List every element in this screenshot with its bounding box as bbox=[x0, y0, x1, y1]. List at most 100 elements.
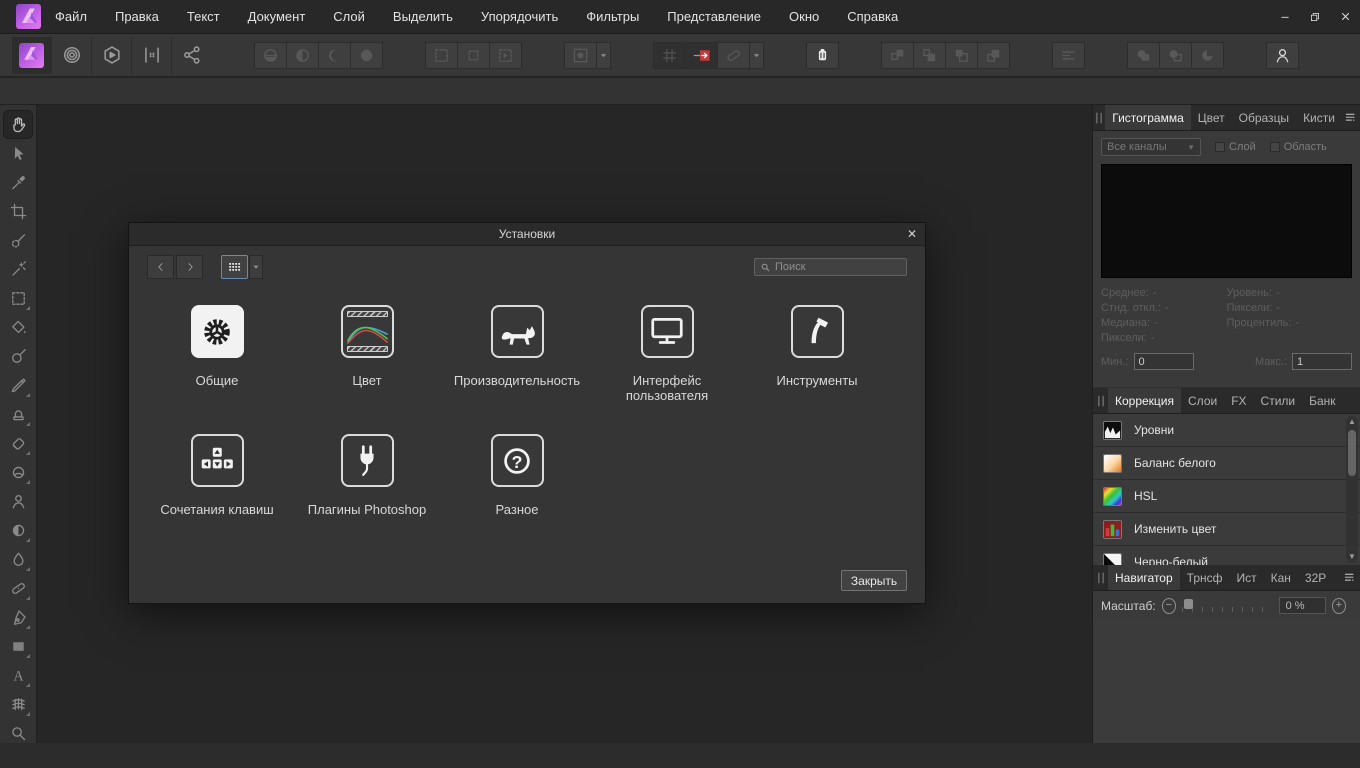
panel-menu-icon[interactable] bbox=[1342, 105, 1360, 130]
paint-brush-tool[interactable] bbox=[3, 371, 33, 400]
min-input[interactable] bbox=[1134, 353, 1194, 370]
develop-persona-button[interactable] bbox=[92, 37, 132, 74]
menu-layer[interactable]: Слой bbox=[319, 0, 379, 34]
deselect-button[interactable] bbox=[457, 42, 490, 69]
burn-brush-tool[interactable] bbox=[3, 516, 33, 545]
pref-section-question[interactable]: ?Разное bbox=[442, 434, 592, 563]
view-tool[interactable] bbox=[3, 110, 33, 139]
show-grid-button[interactable] bbox=[653, 42, 686, 69]
adjustment-recolor[interactable]: Изменить цвет bbox=[1093, 513, 1360, 546]
tab-образцы[interactable]: Образцы bbox=[1232, 105, 1296, 130]
menu-help[interactable]: Справка bbox=[833, 0, 912, 34]
panel-grip-icon[interactable] bbox=[1093, 388, 1108, 413]
pen-tool[interactable] bbox=[3, 603, 33, 632]
snapping-button[interactable] bbox=[685, 42, 718, 69]
pref-section-plug[interactable]: Плагины Photoshop bbox=[292, 434, 442, 563]
scroll-down-icon[interactable]: ▼ bbox=[1348, 553, 1356, 561]
menu-filters[interactable]: Фильтры bbox=[572, 0, 653, 34]
zoom-value[interactable]: 0 % bbox=[1279, 597, 1326, 614]
adjustment-black-white[interactable]: Черно-белый bbox=[1093, 546, 1360, 565]
color-picker-tool[interactable] bbox=[3, 168, 33, 197]
pref-section-gear[interactable]: Общие bbox=[142, 305, 292, 434]
move-to-back-button[interactable] bbox=[977, 42, 1010, 69]
auto-white-balance-button[interactable] bbox=[350, 42, 383, 69]
panel-grip-icon[interactable] bbox=[1093, 105, 1105, 130]
quick-mask-button[interactable] bbox=[564, 42, 597, 69]
blur-brush-tool[interactable] bbox=[3, 545, 33, 574]
dodge-brush-tool[interactable] bbox=[3, 458, 33, 487]
pixel-alignment-button-caret[interactable] bbox=[749, 42, 764, 69]
menu-view[interactable]: Представление bbox=[653, 0, 775, 34]
scroll-up-icon[interactable]: ▲ bbox=[1348, 418, 1356, 426]
flood-select-tool[interactable] bbox=[3, 255, 33, 284]
pref-section-monitor[interactable]: Интерфейс пользователя bbox=[592, 305, 742, 434]
alignment-button[interactable] bbox=[1052, 42, 1085, 69]
restore-button[interactable] bbox=[1300, 0, 1330, 34]
export-persona-button[interactable] bbox=[172, 37, 212, 74]
tab-слои[interactable]: Слои bbox=[1181, 388, 1224, 413]
move-tool[interactable] bbox=[3, 139, 33, 168]
adjustment-hsl[interactable]: HSL bbox=[1093, 480, 1360, 513]
menu-edit[interactable]: Правка bbox=[101, 0, 173, 34]
zoom-slider[interactable] bbox=[1182, 599, 1271, 613]
close-dialog-button[interactable]: Закрыть bbox=[841, 570, 907, 591]
mesh-warp-tool[interactable] bbox=[3, 690, 33, 719]
auto-contrast-button[interactable] bbox=[286, 42, 319, 69]
account-button[interactable] bbox=[1266, 42, 1299, 69]
geometry-divide-button[interactable] bbox=[1191, 42, 1224, 69]
pref-section-cat[interactable]: Производительность bbox=[442, 305, 592, 434]
scrollbar-thumb[interactable] bbox=[1348, 430, 1356, 476]
tone-mapping-persona-button[interactable] bbox=[132, 37, 172, 74]
tab-fx[interactable]: FX bbox=[1224, 388, 1253, 413]
tab-гистограмма[interactable]: Гистограмма bbox=[1105, 105, 1190, 130]
back-button[interactable] bbox=[147, 255, 174, 279]
eraser-tool[interactable] bbox=[3, 429, 33, 458]
tab-стили[interactable]: Стили bbox=[1254, 388, 1303, 413]
refine-selection-button[interactable] bbox=[489, 42, 522, 69]
rectangle-tool[interactable] bbox=[3, 632, 33, 661]
move-forward-button[interactable] bbox=[913, 42, 946, 69]
layer-checkbox[interactable] bbox=[1215, 142, 1225, 152]
assistant-button[interactable] bbox=[806, 42, 839, 69]
menu-file[interactable]: Файл bbox=[41, 0, 101, 34]
area-checkbox[interactable] bbox=[1270, 142, 1280, 152]
menu-text[interactable]: Текст bbox=[173, 0, 234, 34]
minimize-button[interactable] bbox=[1270, 0, 1300, 34]
gradient-tool[interactable] bbox=[3, 342, 33, 371]
geometry-subtract-button[interactable] bbox=[1159, 42, 1192, 69]
channels-dropdown[interactable]: Все каналы ▼ bbox=[1101, 138, 1201, 156]
tab-кисти[interactable]: Кисти bbox=[1296, 105, 1342, 130]
tab-цвет[interactable]: Цвет bbox=[1191, 105, 1232, 130]
red-eye-removal-tool[interactable] bbox=[3, 487, 33, 516]
zoom-slider-handle[interactable] bbox=[1184, 599, 1193, 609]
tab-ист[interactable]: Ист bbox=[1230, 565, 1264, 590]
zoom-out-button[interactable]: − bbox=[1162, 598, 1176, 614]
clone-brush-tool[interactable] bbox=[3, 400, 33, 429]
selection-brush-tool[interactable] bbox=[3, 226, 33, 255]
zoom-in-button[interactable]: + bbox=[1332, 598, 1346, 614]
select-all-button[interactable] bbox=[425, 42, 458, 69]
pixel-alignment-button[interactable] bbox=[717, 42, 750, 69]
dialog-close-icon[interactable]: ✕ bbox=[899, 227, 925, 241]
adjustment-levels[interactable]: Уровни bbox=[1093, 414, 1360, 447]
menu-document[interactable]: Документ bbox=[234, 0, 320, 34]
move-to-front-button[interactable] bbox=[881, 42, 914, 69]
search-input[interactable] bbox=[775, 261, 901, 273]
quick-mask-button-caret[interactable] bbox=[596, 42, 611, 69]
tab-трнсф[interactable]: Трнсф bbox=[1180, 565, 1230, 590]
pref-section-hammer[interactable]: Инструменты bbox=[742, 305, 892, 434]
icon-view-button[interactable] bbox=[221, 255, 248, 279]
liquify-persona-button[interactable] bbox=[52, 37, 92, 74]
max-input[interactable] bbox=[1292, 353, 1352, 370]
pref-section-arrow-keys[interactable]: Сочетания клавиш bbox=[142, 434, 292, 563]
pref-section-curves[interactable]: Цвет bbox=[292, 305, 442, 434]
tab-навигатор[interactable]: Навигатор bbox=[1108, 565, 1180, 590]
auto-colors-button[interactable] bbox=[318, 42, 351, 69]
tab-банк[interactable]: Банк bbox=[1302, 388, 1342, 413]
menu-arrange[interactable]: Упорядочить bbox=[467, 0, 572, 34]
photo-persona-button[interactable] bbox=[12, 37, 52, 74]
panel-menu-icon[interactable] bbox=[1338, 565, 1360, 590]
marquee-select-tool[interactable] bbox=[3, 284, 33, 313]
view-options-caret[interactable] bbox=[249, 255, 263, 279]
tab-кан[interactable]: Кан bbox=[1264, 565, 1298, 590]
